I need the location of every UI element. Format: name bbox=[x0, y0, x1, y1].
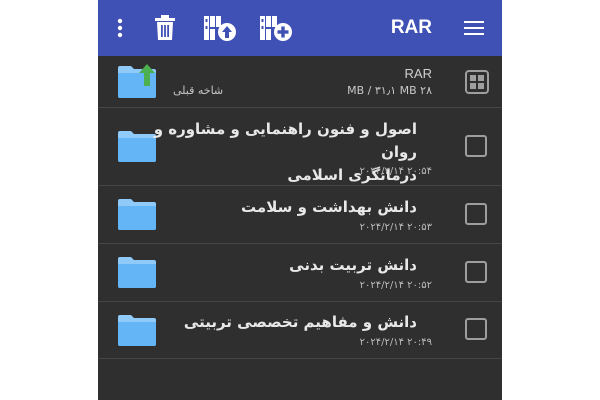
item-name: دانش بهداشت و سلامت bbox=[241, 198, 417, 216]
item-date: ۲۰:۵۳ ۲۰۲۴/۲/۱۴ bbox=[359, 222, 432, 233]
extract-archive-icon[interactable] bbox=[202, 0, 238, 56]
top-toolbar: RAR bbox=[98, 0, 502, 56]
list-item[interactable]: دانش و مفاهیم تخصصی تربیتی ۲۰:۴۹ ۲۰۲۴/۲/… bbox=[98, 302, 502, 359]
app-title: RAR bbox=[390, 17, 432, 38]
add-to-archive-icon[interactable] bbox=[258, 0, 294, 56]
item-date: ۲۰:۵۴ ۲۰۲۴/۲/۱۴ bbox=[359, 166, 432, 177]
list-item[interactable]: دانش بهداشت و سلامت ۲۰:۵۳ ۲۰۲۴/۲/۱۴ bbox=[98, 186, 502, 244]
hamburger-menu-icon[interactable] bbox=[462, 0, 486, 56]
item-name: دانش تربیت بدنی bbox=[289, 256, 417, 274]
list-item[interactable]: اصول و فنون راهنمایی و مشاوره و روان درم… bbox=[98, 108, 502, 186]
grid-view-icon[interactable] bbox=[465, 70, 489, 98]
item-date: ۲۰:۵۲ ۲۰۲۴/۲/۱۴ bbox=[359, 280, 432, 291]
item-checkbox[interactable] bbox=[465, 203, 487, 225]
archive-name: RAR bbox=[404, 66, 432, 81]
item-date: ۲۰:۴۹ ۲۰۲۴/۲/۱۴ bbox=[359, 337, 432, 348]
delete-icon[interactable] bbox=[150, 0, 180, 56]
list-item[interactable]: دانش تربیت بدنی ۲۰:۵۲ ۲۰۲۴/۲/۱۴ bbox=[98, 244, 502, 302]
item-checkbox[interactable] bbox=[465, 261, 487, 283]
folder-up-icon bbox=[118, 64, 156, 102]
app-screen: RAR RAR ۲۸ MB / ۳۱٫۱ MB شاخه قبلی اصول و… bbox=[98, 0, 502, 400]
more-vert-icon[interactable] bbox=[108, 0, 132, 56]
item-name: دانش و مفاهیم تخصصی تربیتی bbox=[183, 313, 417, 331]
item-checkbox[interactable] bbox=[465, 135, 487, 157]
parent-folder-row[interactable]: RAR ۲۸ MB / ۳۱٫۱ MB شاخه قبلی bbox=[98, 56, 502, 108]
parent-folder-label: شاخه قبلی bbox=[173, 84, 224, 97]
item-checkbox[interactable] bbox=[465, 318, 487, 340]
archive-size: ۲۸ MB / ۳۱٫۱ MB bbox=[347, 84, 432, 97]
